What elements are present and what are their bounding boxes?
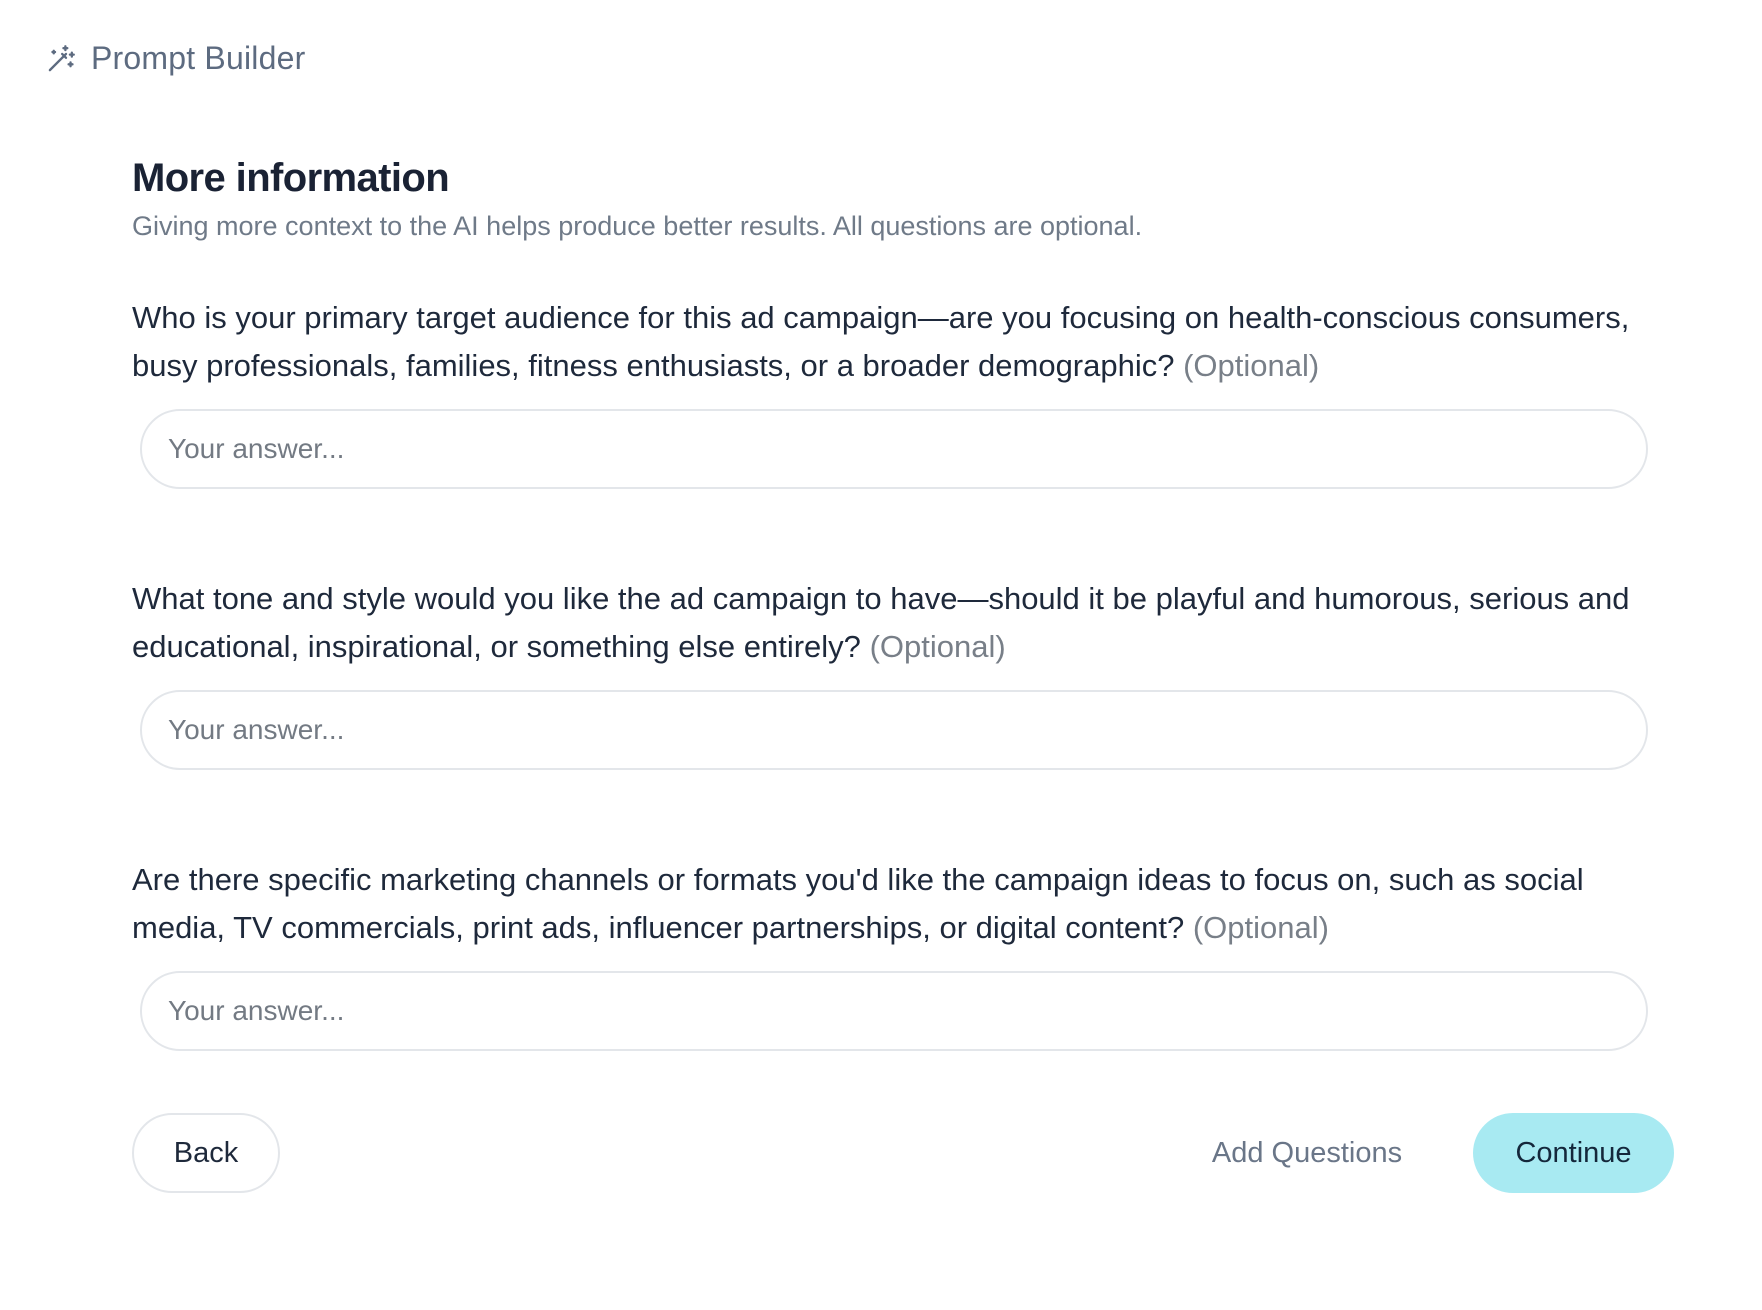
question-text: Are there specific marketing channels or… <box>132 856 1672 952</box>
app-title: Prompt Builder <box>91 40 306 76</box>
optional-tag: (Optional) <box>1183 348 1320 383</box>
answer-input[interactable] <box>140 690 1648 770</box>
optional-tag: (Optional) <box>1192 910 1329 945</box>
page-subtitle: Giving more context to the AI helps prod… <box>132 211 1143 241</box>
question-label: Who is your primary target audience for … <box>132 300 1630 383</box>
page-title: More information <box>132 156 450 200</box>
footer-actions: Back Add Questions Continue <box>132 1113 1674 1193</box>
question-text: Who is your primary target audience for … <box>132 294 1672 390</box>
answer-input[interactable] <box>140 409 1648 489</box>
question-block: What tone and style would you like the a… <box>132 575 1672 770</box>
main-content: More information Giving more context to … <box>132 152 1672 1051</box>
answer-input[interactable] <box>140 971 1648 1051</box>
back-button[interactable]: Back <box>132 1113 280 1193</box>
magic-wand-icon <box>46 43 77 74</box>
app-header: Prompt Builder <box>46 40 305 77</box>
add-questions-button[interactable]: Add Questions <box>1202 1113 1412 1193</box>
continue-button[interactable]: Continue <box>1473 1113 1674 1193</box>
question-text: What tone and style would you like the a… <box>132 575 1672 671</box>
question-block: Are there specific marketing channels or… <box>132 856 1672 1051</box>
optional-tag: (Optional) <box>869 629 1006 664</box>
question-label: Are there specific marketing channels or… <box>132 862 1584 945</box>
question-block: Who is your primary target audience for … <box>132 294 1672 489</box>
